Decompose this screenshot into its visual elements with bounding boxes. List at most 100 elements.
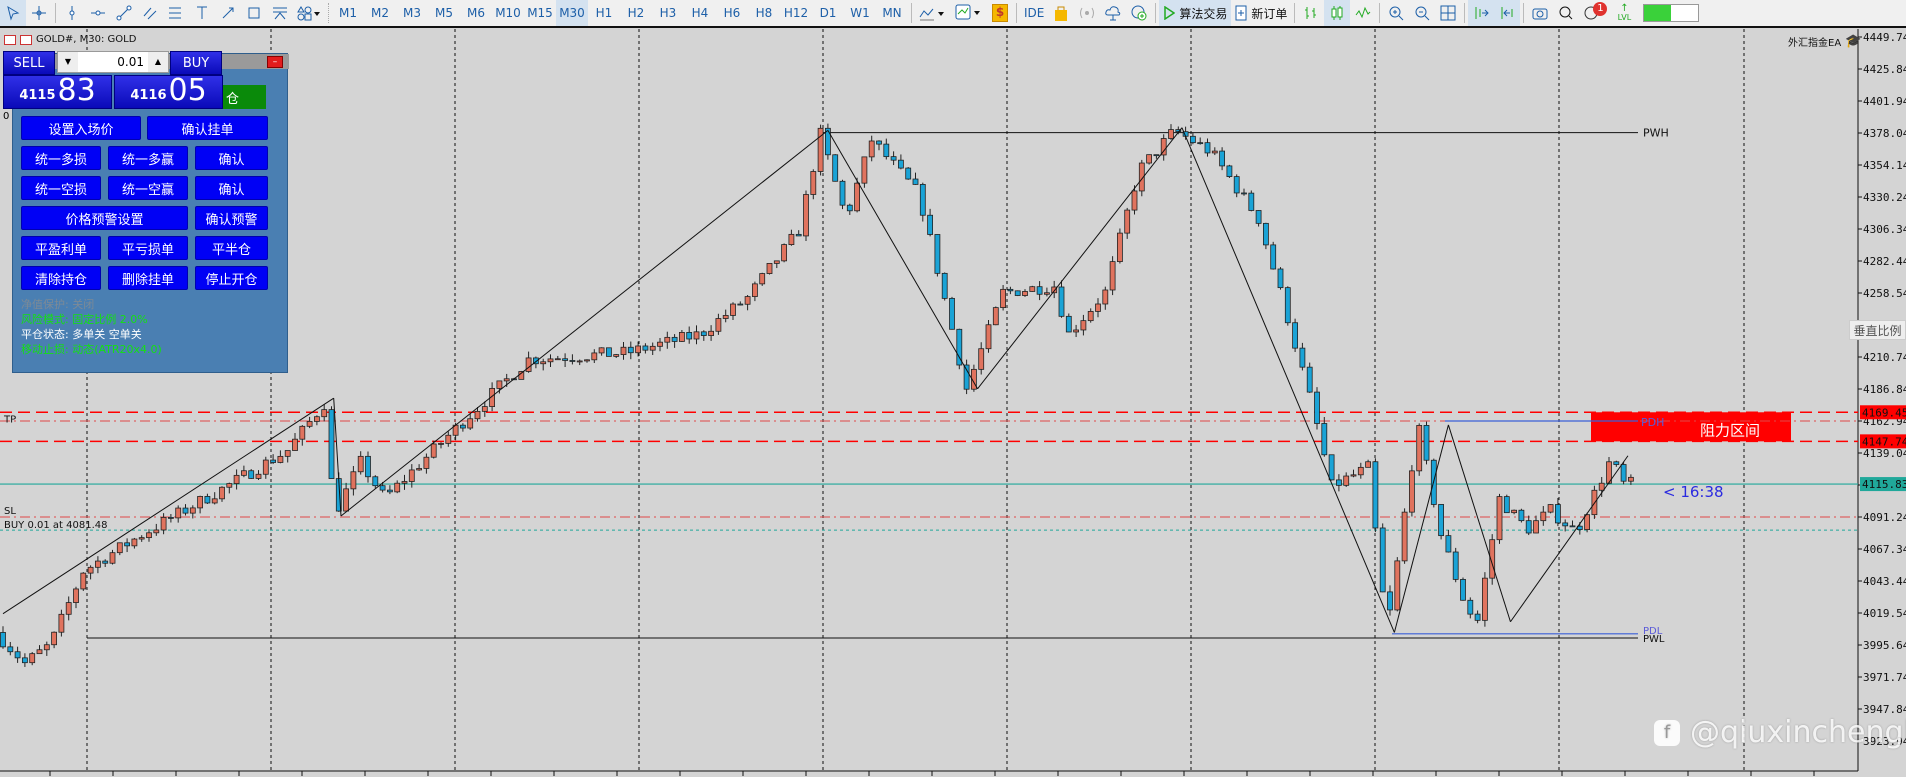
signal-icon[interactable] bbox=[1074, 0, 1100, 26]
zoom-in-icon[interactable] bbox=[1383, 0, 1409, 26]
zoom-out-icon[interactable] bbox=[1409, 0, 1435, 26]
candlestick-chart-icon[interactable] bbox=[1324, 0, 1351, 26]
set-entry-price-button[interactable]: 设置入场价 bbox=[21, 116, 141, 140]
sell-price[interactable]: 4115 83 bbox=[3, 75, 112, 109]
timeframe-h2[interactable]: H2 bbox=[620, 0, 652, 26]
horizontal-line-icon[interactable] bbox=[85, 0, 111, 26]
bear-candle bbox=[204, 496, 211, 504]
bull-candle bbox=[1146, 154, 1152, 164]
sell-button[interactable]: SELL bbox=[3, 51, 55, 75]
market-dollar-icon[interactable]: $ bbox=[987, 0, 1013, 26]
timeframe-h3[interactable]: H3 bbox=[652, 0, 684, 26]
close-profitable-button[interactable]: 平盈利单 bbox=[21, 236, 101, 260]
timeframe-w1[interactable]: W1 bbox=[844, 0, 876, 26]
timeframe-h12[interactable]: H12 bbox=[780, 0, 812, 26]
timeframe-m15[interactable]: M15 bbox=[524, 0, 556, 26]
algo-trading-button[interactable]: 算法交易 bbox=[1159, 0, 1232, 26]
chart-template-dropdown-icon[interactable] bbox=[951, 0, 987, 26]
new-order-button[interactable]: 新订单 bbox=[1231, 0, 1291, 26]
notifications-icon[interactable]: 1 bbox=[1579, 0, 1611, 26]
timeframe-m3[interactable]: M3 bbox=[396, 0, 428, 26]
confirm-long-button[interactable]: 确认 bbox=[195, 146, 268, 170]
delete-pending-button[interactable]: 删除挂单 bbox=[108, 266, 188, 290]
close-losing-button[interactable]: 平亏损单 bbox=[108, 236, 188, 260]
confirm-alert-button[interactable]: 确认预警 bbox=[195, 206, 268, 230]
cursor-tool-icon[interactable] bbox=[0, 0, 26, 26]
text-tool-icon[interactable] bbox=[189, 0, 215, 26]
toggle-switch[interactable] bbox=[1643, 4, 1700, 22]
price-alert-settings-button[interactable]: 价格预警设置 bbox=[21, 206, 188, 230]
community-add-icon[interactable] bbox=[1126, 0, 1152, 26]
timeframe-d1[interactable]: D1 bbox=[812, 0, 844, 26]
timeframe-m1[interactable]: M1 bbox=[332, 0, 364, 26]
bull-candle bbox=[781, 244, 787, 262]
vertical-line-icon[interactable] bbox=[59, 0, 85, 26]
crosshair-icon[interactable] bbox=[26, 0, 52, 26]
bull-candle bbox=[540, 361, 547, 365]
bear-candle bbox=[737, 303, 744, 306]
line-chart-icon[interactable] bbox=[1350, 0, 1376, 26]
chart-window-icon[interactable] bbox=[20, 34, 32, 45]
auto-scroll-icon[interactable] bbox=[1468, 0, 1495, 26]
rectangle-icon[interactable] bbox=[241, 0, 267, 26]
close-half-button[interactable]: 平半仓 bbox=[195, 236, 268, 260]
arrow-line-icon[interactable] bbox=[215, 0, 241, 26]
timeframe-h1[interactable]: H1 bbox=[588, 0, 620, 26]
lot-size-stepper[interactable]: ▼ 0.01 ▲ bbox=[57, 51, 169, 73]
equidistant-channel-icon[interactable] bbox=[137, 0, 163, 26]
toolbar: M1 M2 M3 M5 M6 M10 M15 M30 H1 H2 H3 H4 H6 H8 H12 D1 W1 MN… bbox=[0, 0, 1906, 28]
clear-positions-button[interactable]: 清除持仓 bbox=[21, 266, 101, 290]
confirm-pending-button[interactable]: 确认挂单 bbox=[147, 116, 268, 140]
timeframe-m10[interactable]: M10 bbox=[492, 0, 524, 26]
lot-size-input[interactable]: 0.01 bbox=[78, 55, 148, 69]
bull-candle bbox=[854, 182, 860, 212]
timeframe-m30[interactable]: M30 bbox=[556, 0, 588, 26]
timeframe-m5[interactable]: M5 bbox=[428, 0, 460, 26]
lot-decrease-icon[interactable]: ▼ bbox=[58, 52, 78, 72]
timeframe-h6[interactable]: H6 bbox=[716, 0, 748, 26]
equity-protection-status: 净值保护: 关闭 bbox=[21, 298, 95, 311]
bull-candle bbox=[503, 378, 510, 382]
ide-button[interactable]: IDE bbox=[1020, 0, 1048, 26]
bull-candle bbox=[1409, 470, 1415, 513]
unified-long-tp-button[interactable]: 统一多赢 bbox=[108, 146, 188, 170]
tile-windows-icon[interactable] bbox=[1435, 0, 1461, 26]
market-bag-icon[interactable] bbox=[1048, 0, 1074, 26]
indicators-dropdown-icon[interactable] bbox=[915, 0, 951, 26]
screenshot-icon[interactable] bbox=[1527, 0, 1553, 26]
search-icon[interactable] bbox=[1553, 0, 1579, 26]
vps-cloud-icon[interactable] bbox=[1100, 0, 1126, 26]
chart-shift-icon[interactable] bbox=[1494, 0, 1521, 26]
bear-candle bbox=[569, 360, 576, 362]
bear-candle bbox=[1204, 142, 1211, 154]
chart-menu-icon[interactable] bbox=[4, 34, 16, 45]
fibonacci-icon[interactable] bbox=[163, 0, 189, 26]
panel-close-button[interactable]: – bbox=[267, 56, 283, 68]
shapes-dropdown-icon[interactable] bbox=[293, 0, 325, 26]
timeframe-m2[interactable]: M2 bbox=[364, 0, 396, 26]
bar-chart-icon[interactable] bbox=[1298, 0, 1324, 26]
stop-opening-button[interactable]: 停止开仓 bbox=[195, 266, 268, 290]
bull-candle bbox=[1540, 511, 1547, 522]
timeframe-h4[interactable]: H4 bbox=[684, 0, 716, 26]
timeframe-h8[interactable]: H8 bbox=[748, 0, 780, 26]
confirm-short-button[interactable]: 确认 bbox=[195, 176, 268, 200]
buy-button[interactable]: BUY bbox=[170, 51, 222, 75]
bear-candle bbox=[1321, 423, 1328, 456]
bear-candle bbox=[1284, 287, 1291, 324]
bear-candle bbox=[1336, 479, 1342, 486]
trend-line-icon[interactable] bbox=[111, 0, 137, 26]
buy-price[interactable]: 4116 05 bbox=[114, 75, 223, 109]
unified-long-sl-button[interactable]: 统一多损 bbox=[21, 146, 101, 170]
unified-short-tp-button[interactable]: 统一空赢 bbox=[108, 176, 188, 200]
close-position-button[interactable]: 仓 bbox=[222, 85, 266, 109]
timeframe-mn[interactable]: MN bbox=[876, 0, 908, 26]
pitchfork-icon[interactable] bbox=[267, 0, 293, 26]
bear-candle bbox=[1562, 522, 1569, 527]
lot-increase-icon[interactable]: ▲ bbox=[148, 52, 168, 72]
vertical-scale-tooltip: 垂直比例 bbox=[1849, 320, 1906, 340]
unified-short-sl-button[interactable]: 统一空损 bbox=[21, 176, 101, 200]
lvl-icon[interactable]: ↑ LVL bbox=[1611, 0, 1637, 26]
timeframe-m6[interactable]: M6 bbox=[460, 0, 492, 26]
chart-title: GOLD#, M30: GOLD bbox=[36, 34, 137, 45]
